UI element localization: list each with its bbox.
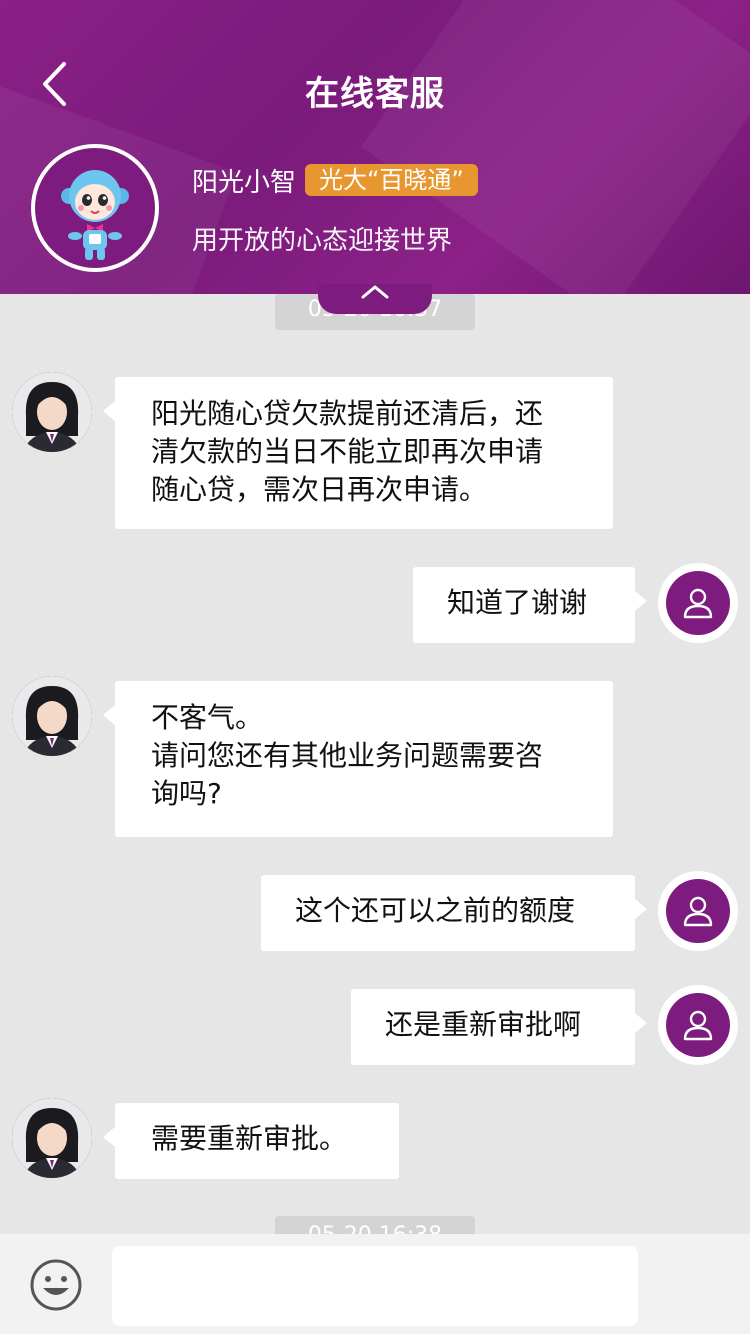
user-avatar[interactable] — [658, 563, 738, 643]
user-avatar[interactable] — [658, 985, 738, 1065]
bot-avatar[interactable] — [31, 144, 159, 272]
input-bar — [0, 1234, 750, 1334]
user-avatar-circle — [666, 879, 730, 943]
collapse-chevron-icon — [361, 285, 389, 299]
message-line: 请问您还有其他业务问题需要咨 — [151, 739, 544, 772]
emoji-button[interactable] — [29, 1258, 83, 1312]
user-icon — [683, 896, 713, 927]
agent-message-bubble: 不客气。 请问您还有其他业务问题需要咨 询吗? — [103, 681, 613, 837]
user-message-bubble: 还是重新审批啊 — [351, 989, 647, 1065]
user-message-bubble: 知道了谢谢 — [413, 567, 647, 643]
user-avatar-circle — [666, 993, 730, 1057]
agent-message-bubble: 需要重新审批。 — [103, 1103, 399, 1179]
user-avatar-circle — [666, 571, 730, 635]
robot-mascot-icon — [61, 170, 129, 260]
message-line: 不客气。 — [151, 701, 264, 734]
chat-header: 在线客服 阳光小智 光大“百晓通” 用开放的心态迎接世界 — [0, 0, 750, 294]
agent-photo-icon — [12, 372, 92, 452]
agent-message-bubble: 阳光随心贷欠款提前还清后，还 清欠款的当日不能立即再次申请 随心贷，需次日再次申… — [103, 377, 613, 529]
message-line: 询吗? — [151, 777, 222, 810]
bot-name: 阳光小智 — [192, 168, 297, 198]
message-input[interactable] — [112, 1246, 638, 1326]
user-message-bubble: 这个还可以之前的额度 — [261, 875, 647, 951]
agent-avatar[interactable] — [12, 676, 92, 756]
emoji-icon — [30, 1259, 82, 1311]
message-line: 知道了谢谢 — [447, 586, 588, 619]
agent-avatar[interactable] — [12, 372, 92, 452]
message-line: 阳光随心贷欠款提前还清后，还 — [151, 397, 544, 430]
collapse-header-button[interactable] — [318, 284, 432, 314]
user-icon — [683, 588, 713, 619]
message-line: 这个还可以之前的额度 — [295, 894, 576, 927]
agent-photo-icon — [12, 676, 92, 756]
message-line: 随心贷，需次日再次申请。 — [151, 473, 488, 506]
user-icon — [683, 1010, 713, 1041]
message-line: 需要重新审批。 — [151, 1122, 348, 1155]
bot-slogan: 用开放的心态迎接世界 — [192, 226, 453, 256]
page-title: 在线客服 — [305, 74, 445, 114]
agent-avatar[interactable] — [12, 1098, 92, 1178]
user-avatar[interactable] — [658, 871, 738, 951]
agent-photo-icon — [12, 1098, 92, 1178]
message-line: 还是重新审批啊 — [385, 1008, 582, 1041]
message-line: 清欠款的当日不能立即再次申请 — [151, 435, 544, 468]
bot-badge: 光大“百晓通” — [305, 164, 478, 196]
